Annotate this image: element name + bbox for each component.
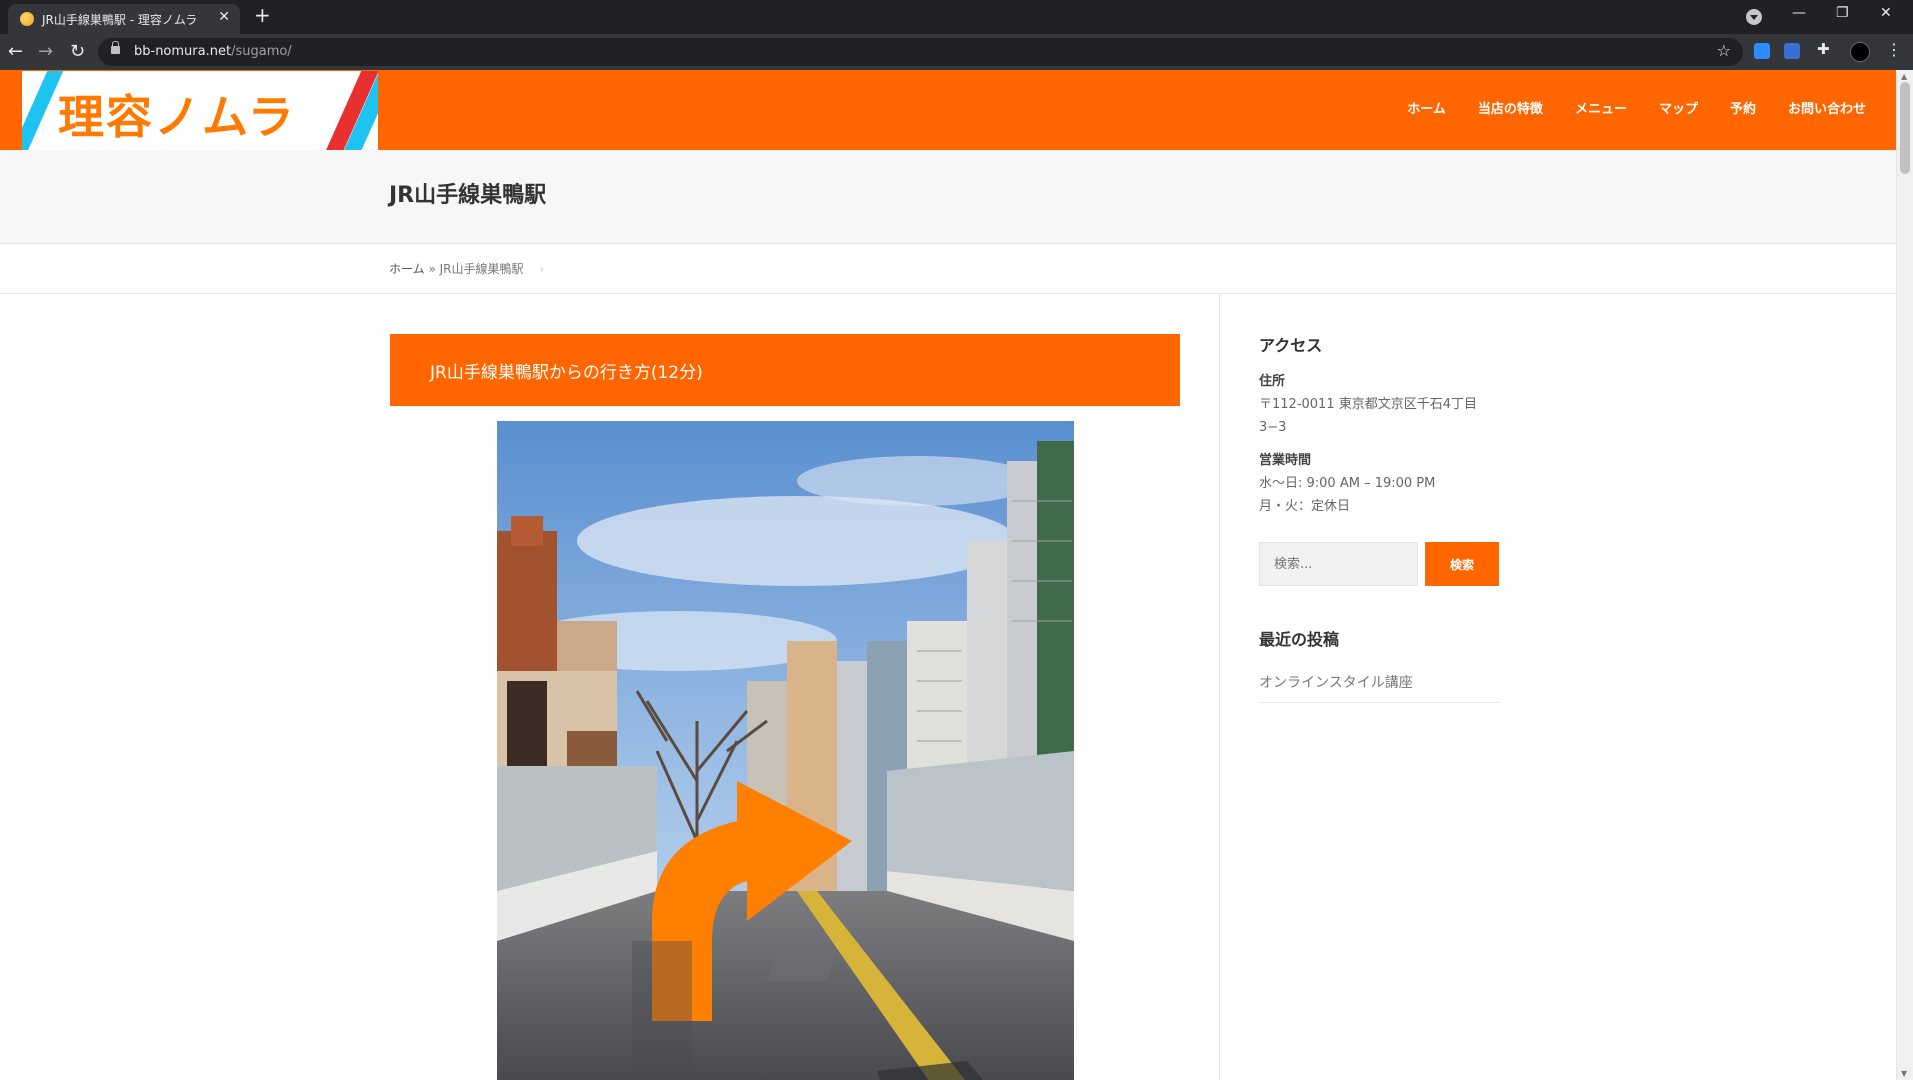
browser-toolbar: ← → ↻ bb-nomura.net/sugamo/ ☆ ✚ ⋮ bbox=[0, 34, 1913, 70]
bookmark-star-icon[interactable]: ☆ bbox=[1717, 41, 1731, 60]
address-label: 住所 bbox=[1259, 374, 1286, 389]
hours-label: 営業時間 bbox=[1259, 453, 1312, 468]
scroll-down-icon[interactable]: ▼ bbox=[1901, 1069, 1907, 1078]
recent-post-link[interactable]: オンラインスタイル講座 bbox=[1259, 664, 1499, 703]
page-scrollbar[interactable]: ▲ ▼ bbox=[1896, 70, 1913, 1080]
site-header: 理容ノムラ ホーム 当店の特徴 メニュー マップ 予約 お問い合わせ bbox=[0, 70, 1896, 150]
search-form: 検索 bbox=[1259, 542, 1499, 586]
main-nav: ホーム 当店の特徴 メニュー マップ 予約 お問い合わせ bbox=[1407, 98, 1866, 117]
address-text: 〒112-0011 東京都文京区千石4丁目 3−3 bbox=[1259, 393, 1499, 439]
site-logo[interactable]: 理容ノムラ bbox=[22, 71, 378, 150]
address-line-1: 〒112-0011 東京都文京区千石4丁目 bbox=[1259, 397, 1477, 412]
page-title-band: JR山手線巣鴨駅 bbox=[0, 150, 1896, 244]
logo-text: 理容ノムラ bbox=[58, 90, 296, 144]
nav-features[interactable]: 当店の特徴 bbox=[1478, 98, 1543, 117]
new-tab-button[interactable]: + bbox=[254, 5, 271, 25]
recent-posts-title: 最近の投稿 bbox=[1259, 630, 1340, 649]
tab-title: JR山手線巣鴨駅 - 理容ノムラ bbox=[42, 13, 198, 27]
search-button[interactable]: 検索 bbox=[1425, 542, 1499, 586]
search-input[interactable] bbox=[1259, 542, 1418, 586]
menu-kebab-icon[interactable]: ⋮ bbox=[1886, 40, 1902, 59]
site-favicon-icon bbox=[20, 12, 34, 26]
chevron-right-icon: › bbox=[539, 262, 545, 276]
profile-avatar[interactable] bbox=[1850, 42, 1870, 62]
lock-icon bbox=[111, 41, 120, 54]
access-widget-title: アクセス bbox=[1259, 336, 1323, 355]
hours-text: 水〜日: 9:00 AM – 19:00 PM 月・火：定休日 bbox=[1259, 472, 1499, 518]
nav-home[interactable]: ホーム bbox=[1407, 98, 1446, 117]
route-photo bbox=[497, 421, 1074, 1080]
translate-extension-icon[interactable] bbox=[1784, 43, 1800, 59]
restore-button[interactable]: ❐ bbox=[1836, 5, 1849, 21]
browser-tabbar: JR山手線巣鴨駅 - 理容ノムラ ✕ + — ❐ ✕ bbox=[0, 0, 1913, 34]
puzzle-extensions-icon[interactable]: ✚ bbox=[1817, 40, 1833, 58]
scroll-up-icon[interactable]: ▲ bbox=[1901, 72, 1907, 81]
close-window-button[interactable]: ✕ bbox=[1880, 5, 1892, 21]
forward-arrow-icon[interactable]: → bbox=[38, 41, 53, 62]
breadcrumb: ホーム » JR山手線巣鴨駅 › bbox=[389, 260, 544, 277]
sidebar: アクセス 住所 〒112-0011 東京都文京区千石4丁目 3−3 営業時間 水… bbox=[1259, 332, 1499, 703]
content-sidebar-divider bbox=[1219, 294, 1220, 1080]
breadcrumb-band: ホーム » JR山手線巣鴨駅 › bbox=[0, 244, 1896, 294]
zoom-extension-icon[interactable] bbox=[1754, 43, 1770, 59]
section-heading: JR山手線巣鴨駅からの行き方(12分) bbox=[390, 334, 1180, 406]
close-tab-icon[interactable]: ✕ bbox=[218, 9, 230, 25]
nav-map[interactable]: マップ bbox=[1659, 98, 1698, 117]
hours-line-1: 水〜日: 9:00 AM – 19:00 PM bbox=[1259, 476, 1436, 491]
nav-menu[interactable]: メニュー bbox=[1575, 98, 1627, 117]
breadcrumb-current: JR山手線巣鴨駅 bbox=[439, 262, 524, 276]
browser-tab-active[interactable]: JR山手線巣鴨駅 - 理容ノムラ ✕ bbox=[8, 4, 240, 34]
tab-search-icon[interactable] bbox=[1746, 9, 1762, 25]
page-viewport: 理容ノムラ ホーム 当店の特徴 メニュー マップ 予約 お問い合わせ JR山手線… bbox=[0, 70, 1913, 1080]
address-bar[interactable]: bb-nomura.net/sugamo/ ☆ bbox=[98, 38, 1743, 66]
breadcrumb-home[interactable]: ホーム bbox=[389, 262, 425, 276]
nav-reservation[interactable]: 予約 bbox=[1730, 98, 1756, 117]
reload-icon[interactable]: ↻ bbox=[70, 41, 85, 62]
back-arrow-icon[interactable]: ← bbox=[8, 41, 23, 62]
scrollbar-thumb[interactable] bbox=[1900, 82, 1910, 174]
minimize-button[interactable]: — bbox=[1792, 5, 1806, 21]
nav-contact[interactable]: お問い合わせ bbox=[1788, 98, 1866, 117]
breadcrumb-separator: » bbox=[428, 262, 436, 276]
main-content: JR山手線巣鴨駅からの行き方(12分) bbox=[390, 334, 1180, 1080]
url-text: bb-nomura.net/sugamo/ bbox=[134, 44, 292, 59]
page-title: JR山手線巣鴨駅 bbox=[389, 183, 547, 208]
address-line-2: 3−3 bbox=[1259, 420, 1287, 435]
hours-line-2: 月・火：定休日 bbox=[1259, 499, 1351, 514]
